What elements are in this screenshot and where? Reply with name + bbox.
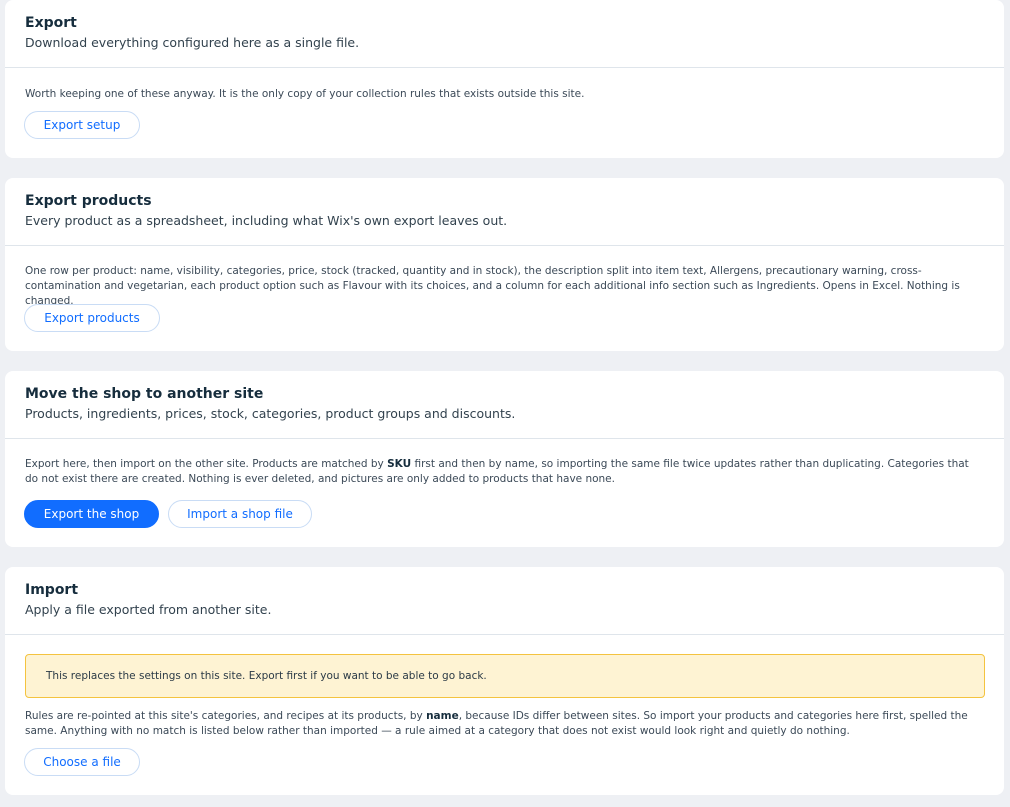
choose-file-button[interactable]: Choose a file — [24, 748, 140, 776]
export-products-button[interactable]: Export products — [24, 304, 160, 332]
export-products-header: Export products Every product as a sprea… — [5, 178, 1004, 246]
import-shop-file-button[interactable]: Import a shop file — [168, 500, 312, 528]
move-shop-card: Move the shop to another site Products, … — [5, 371, 1004, 547]
export-setup-description: Worth keeping one of these anyway. It is… — [25, 88, 585, 100]
export-shop-button[interactable]: Export the shop — [24, 500, 159, 528]
import-description-start: Rules are re-pointed at this site's cate… — [25, 710, 427, 722]
import-header: Import Apply a file exported from anothe… — [5, 567, 1004, 635]
export-setup-header: Export Download everything configured he… — [5, 0, 1004, 68]
export-setup-title: Export — [25, 15, 77, 31]
page: Export Download everything configured he… — [0, 0, 1010, 807]
import-subtitle: Apply a file exported from another site. — [25, 602, 272, 617]
import-title: Import — [25, 582, 79, 598]
import-warning-text: This replaces the settings on this site.… — [46, 670, 487, 682]
export-products-description: One row per product: name, visibility, c… — [25, 265, 960, 307]
export-products-subtitle: Every product as a spreadsheet, includin… — [25, 213, 508, 228]
import-card: Import Apply a file exported from anothe… — [5, 567, 1004, 795]
move-shop-subtitle: Products, ingredients, prices, stock, ca… — [25, 406, 516, 421]
export-setup-subtitle: Download everything configured here as a… — [25, 35, 360, 50]
move-shop-header: Move the shop to another site Products, … — [5, 371, 1004, 439]
import-description: Rules are re-pointed at this site's cate… — [25, 709, 984, 739]
move-shop-description-start: Export here, then import on the other si… — [25, 458, 388, 470]
sku-emphasis: SKU — [387, 458, 412, 470]
move-shop-title: Move the shop to another site — [25, 386, 264, 402]
move-shop-description: Export here, then import on the other si… — [25, 457, 984, 487]
export-setup-button[interactable]: Export setup — [24, 111, 140, 139]
name-emphasis: name — [426, 710, 459, 722]
export-setup-card: Export Download everything configured he… — [5, 0, 1004, 158]
import-warning-notice: This replaces the settings on this site.… — [25, 654, 985, 698]
export-products-card: Export products Every product as a sprea… — [5, 178, 1004, 351]
export-products-title: Export products — [25, 193, 152, 209]
